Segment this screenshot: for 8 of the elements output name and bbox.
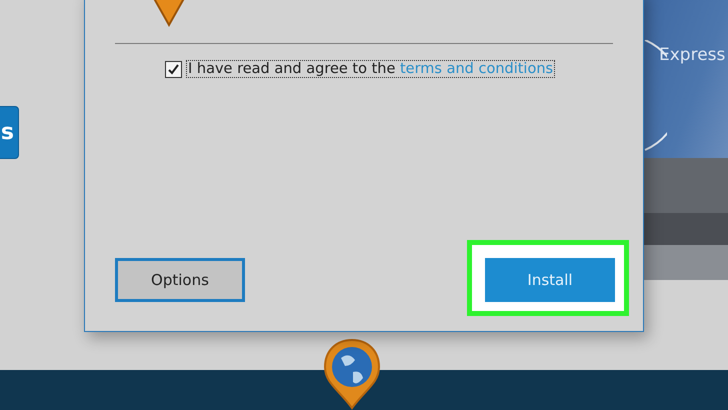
- agree-checkbox[interactable]: [165, 60, 182, 78]
- options-button[interactable]: Options: [115, 258, 245, 302]
- globe-pin-icon: [323, 338, 381, 410]
- terms-link[interactable]: terms and conditions: [400, 61, 554, 77]
- banner-text: Express: [659, 45, 726, 65]
- side-button[interactable]: s: [0, 106, 19, 159]
- consent-text: I have read and agree to the terms and conditions: [186, 60, 556, 78]
- install-button[interactable]: Install: [485, 258, 615, 302]
